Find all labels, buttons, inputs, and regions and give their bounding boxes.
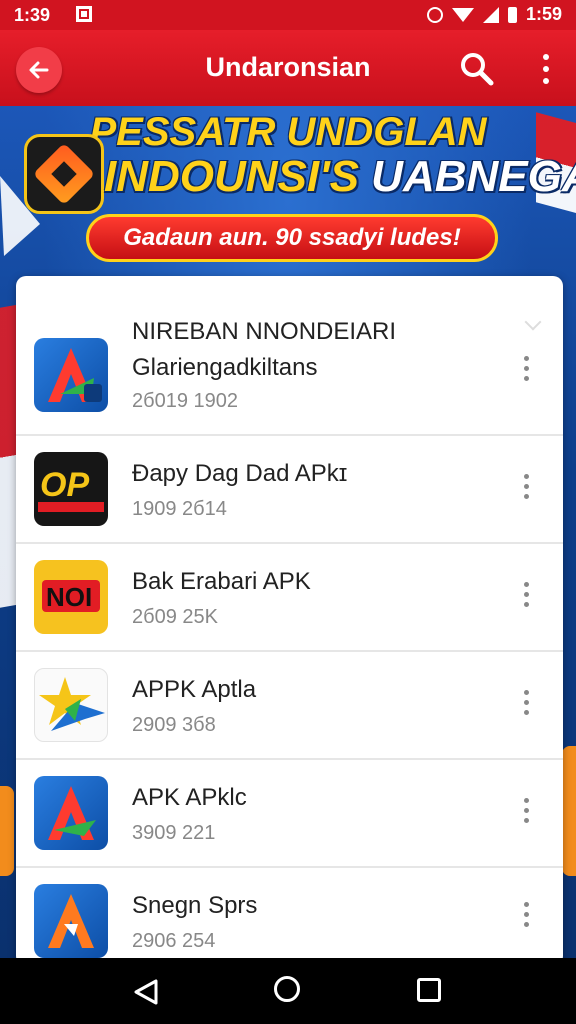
more-vert-icon [524, 902, 529, 907]
list-item[interactable]: OP Đapy Dag Dad APkɪ 1909 2б14 [16, 436, 563, 544]
more-options-button[interactable] [532, 50, 560, 88]
decoration-left [0, 786, 14, 876]
item-menu-button[interactable] [516, 582, 538, 612]
more-vert-icon [524, 474, 529, 479]
item-menu-button[interactable] [516, 474, 538, 504]
a-triangle-icon [34, 338, 108, 412]
noi-logo-icon: NOI [34, 560, 108, 634]
list-item[interactable]: NIREBAN NNONDEIARI Glariengadkiltans 2б0… [16, 276, 563, 436]
list-item-meta: 2909 3б8 [132, 714, 216, 736]
list-item[interactable]: NOI Bak Erabari APK 2б09 25K [16, 544, 563, 652]
svg-text:OP: OP [40, 466, 89, 504]
list-item-title: NIREBAN NNONDEIARI [132, 318, 397, 345]
item-menu-button[interactable] [516, 690, 538, 720]
list-item[interactable]: Snegn Sprs 2906 254 [16, 868, 563, 966]
battery-icon [507, 6, 517, 23]
list-item-subtitle: Glariengadkiltans [132, 354, 318, 381]
nav-back-button[interactable] [132, 978, 160, 1006]
list-item-meta: 2906 254 [132, 930, 216, 952]
more-vert-icon [524, 690, 529, 695]
list-item-title: APK APklc [132, 784, 247, 811]
list-item-meta: 2б019 1902 [132, 390, 238, 412]
status-bar: 1:39 1:59 [0, 0, 576, 30]
search-button[interactable] [458, 50, 496, 88]
status-time: 1:39 [14, 5, 51, 25]
banner-subheadline-part1: INDOUNSI'S [104, 152, 359, 201]
system-nav-bar [0, 958, 576, 1024]
notification-icon [76, 6, 92, 22]
list-item-meta: 1909 2б14 [132, 498, 227, 520]
list-item-title: APPK Aptla [132, 676, 257, 703]
banner-subheadline: INDOUNSI'S UABNEGA [104, 152, 576, 202]
item-menu-button[interactable] [516, 356, 538, 386]
app-bar: Undaronsian [0, 30, 576, 106]
op-logo-icon: OP [34, 452, 108, 526]
item-menu-button[interactable] [516, 798, 538, 828]
item-menu-button[interactable] [516, 902, 538, 932]
star-arrow-icon [34, 668, 108, 742]
banner-subheadline-part2: UABNEGA [371, 152, 576, 201]
a-triangle-icon [34, 776, 108, 850]
status-clock: 1:59 [525, 4, 562, 24]
list-item[interactable]: APPK Aptla 2909 3б8 [16, 652, 563, 760]
nav-recents-button[interactable] [417, 978, 441, 1002]
list-item-meta: 3909 221 [132, 822, 216, 844]
list-item-title: Bak Erabari APK [132, 568, 311, 595]
svg-text:NOI: NOI [46, 582, 92, 612]
list-item[interactable]: APK APklc 3909 221 [16, 760, 563, 868]
nav-home-button[interactable] [274, 976, 300, 1002]
list-item-meta: 2б09 25K [132, 606, 218, 628]
more-vert-icon [524, 356, 529, 361]
app-list-card: NIREBAN NNONDEIARI Glariengadkiltans 2б0… [16, 276, 563, 966]
banner-cta[interactable]: Gadaun aun. 90 ssadyi ludes! [86, 214, 498, 262]
list-item-title: Snegn Sprs [132, 892, 258, 919]
banner-logo-icon [24, 134, 104, 214]
more-vert-icon [524, 798, 529, 803]
signal-icon [482, 6, 499, 23]
alarm-icon [426, 6, 443, 23]
a-triangle-icon [34, 884, 108, 958]
wifi-icon [451, 7, 474, 22]
decoration-right [562, 746, 576, 876]
list-item-title: Đapy Dag Dad APkɪ [132, 460, 348, 487]
search-icon [461, 53, 494, 86]
more-vert-icon [524, 582, 529, 587]
status-icons: 1:59 [426, 4, 562, 25]
more-vert-icon [543, 54, 549, 60]
